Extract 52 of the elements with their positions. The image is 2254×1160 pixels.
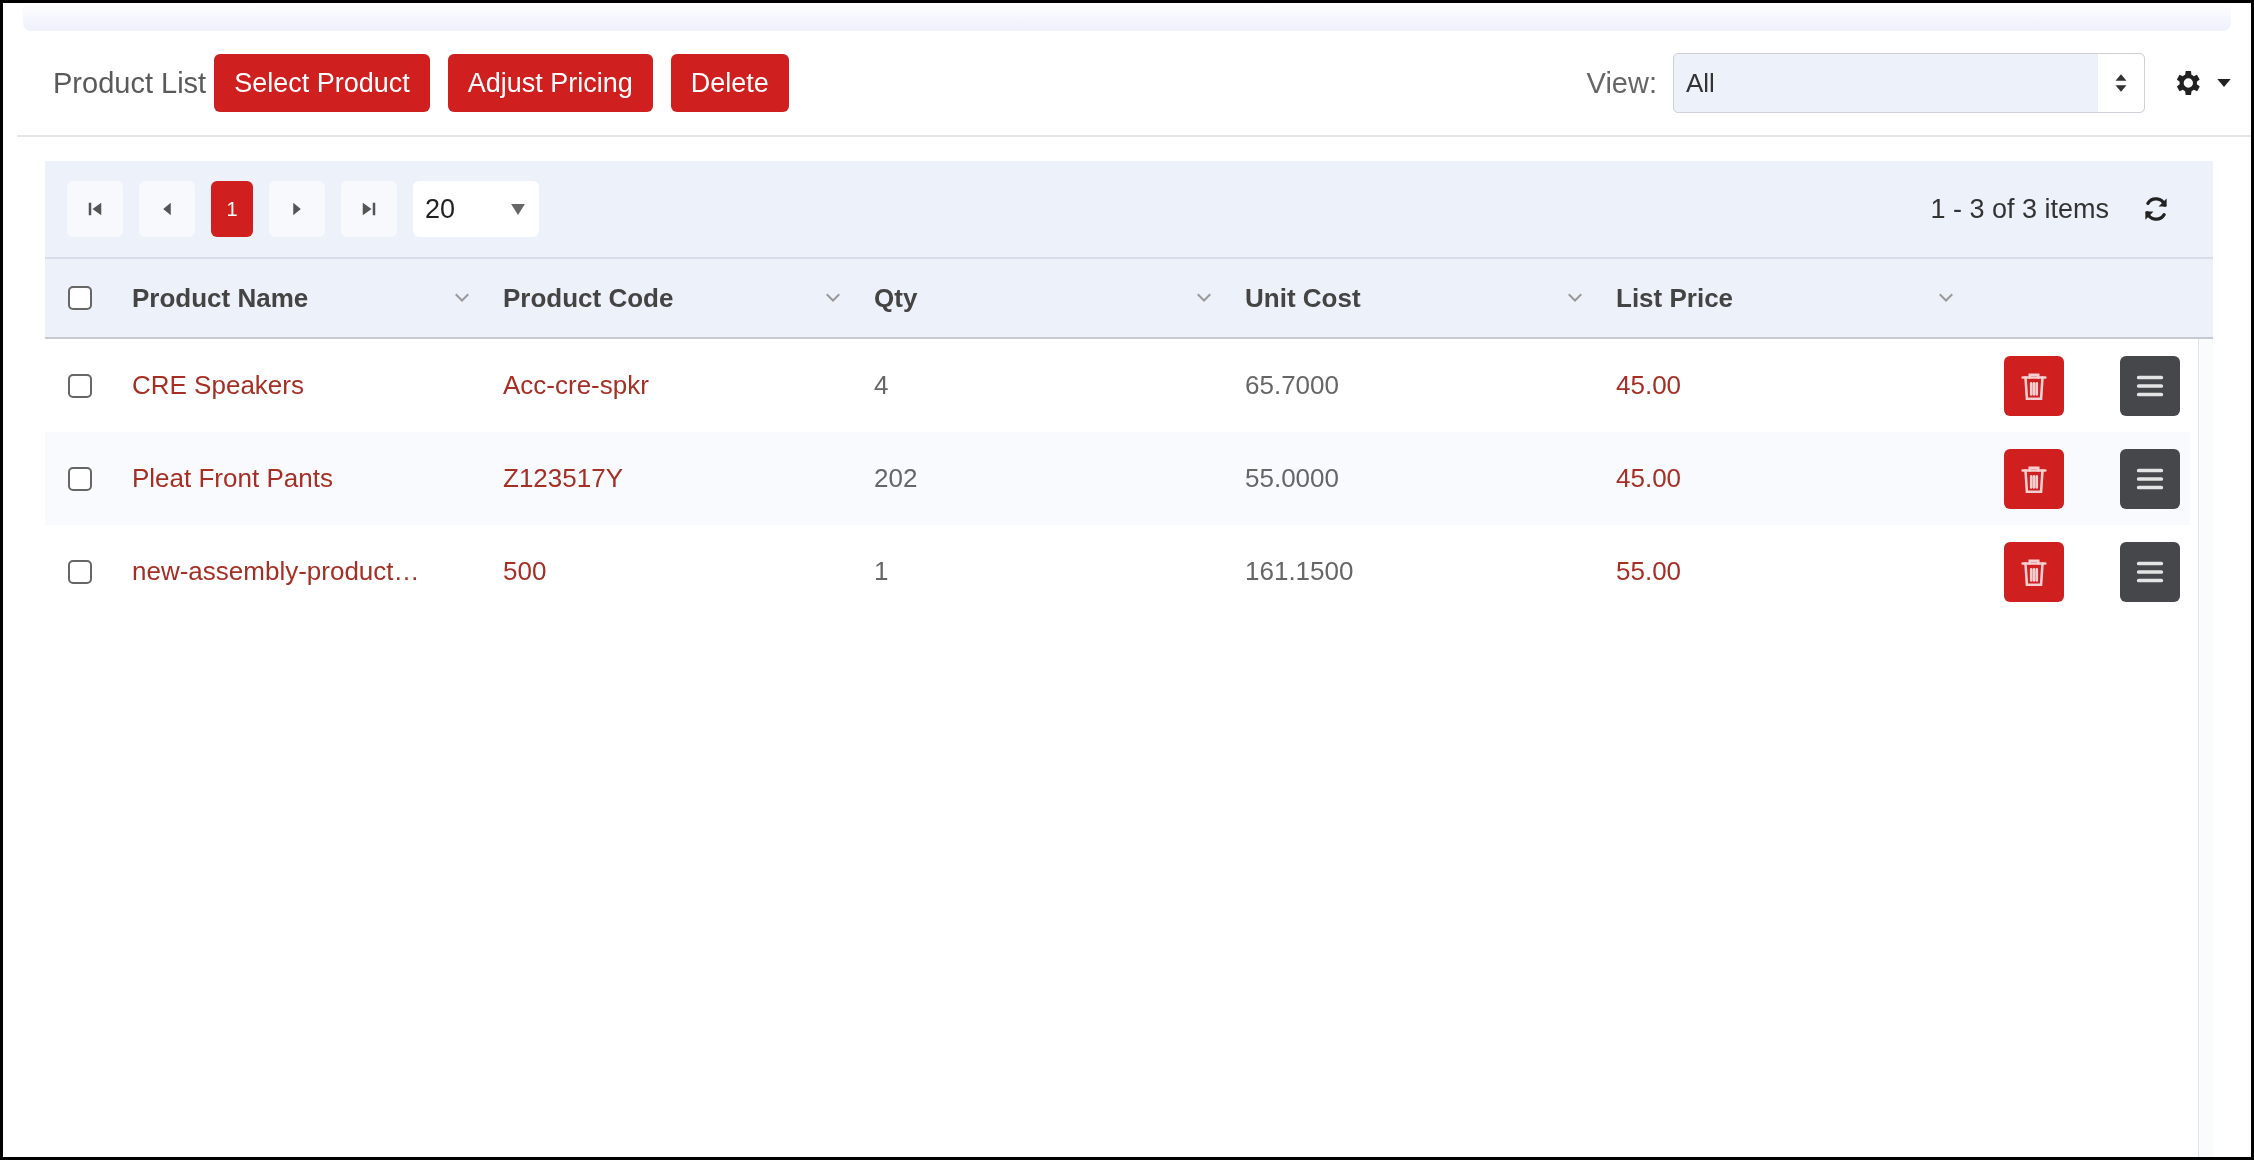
table-cell-link[interactable]: 45.00: [1616, 463, 1682, 493]
view-select[interactable]: All: [1673, 53, 2145, 113]
checkbox[interactable]: [68, 373, 92, 398]
caret-icon: [2217, 79, 2231, 87]
chevron-down-icon: [1196, 293, 1212, 303]
table-cell: 4: [874, 370, 889, 400]
chevron-down-icon: [454, 293, 470, 303]
column-header[interactable]: Product Name: [132, 282, 454, 314]
table-cell-link[interactable]: Z123517Y: [503, 463, 623, 493]
select-value: All: [1685, 67, 1716, 99]
page-button[interactable]: 1: [211, 181, 253, 237]
page-title: Product List: [53, 66, 207, 100]
menu-button[interactable]: [2120, 541, 2180, 602]
menu-button[interactable]: [2120, 355, 2180, 416]
delete-button[interactable]: [2004, 448, 2064, 509]
table-cell: 65.7000: [1245, 370, 1339, 400]
table-cell: 202: [874, 463, 918, 493]
chevron-down-icon: [825, 293, 841, 303]
chevron-down-icon: [1567, 293, 1583, 303]
page-size-select[interactable]: 20: [413, 181, 539, 237]
toolbar-button[interactable]: Select Product: [214, 54, 430, 112]
table-cell-link[interactable]: Acc-cre-spkr: [503, 370, 649, 400]
delete-button[interactable]: [2004, 541, 2064, 602]
table-cell: 1: [874, 556, 889, 586]
table-cell-link[interactable]: Pleat Front Pants: [132, 463, 333, 493]
checkbox[interactable]: [68, 559, 92, 584]
column-header[interactable]: Qty: [874, 282, 1196, 314]
toolbar-button[interactable]: Adjust Pricing: [447, 54, 653, 112]
last-page-button[interactable]: [341, 181, 397, 237]
scrollbar-track[interactable]: [2198, 339, 2213, 1157]
column-header[interactable]: List Price: [1616, 282, 1938, 314]
items-summary: 1 - 3 of 3 items: [1930, 193, 2109, 225]
table-cell: 161.1500: [1245, 556, 1354, 586]
delete-button[interactable]: [2004, 355, 2064, 416]
dropdown-arrow-icon: [511, 203, 525, 215]
table-cell-link[interactable]: 500: [503, 556, 547, 586]
table-cell: 55.0000: [1245, 463, 1339, 493]
sort-arrows-icon: [2114, 72, 2128, 94]
menu-button[interactable]: [2120, 448, 2180, 509]
column-header[interactable]: Unit Cost: [1245, 282, 1567, 314]
table-cell-link[interactable]: new-assembly-product…: [132, 556, 420, 586]
view-label: View:: [1586, 66, 1657, 100]
toolbar-button[interactable]: Delete: [670, 54, 789, 112]
page-size-value: 20: [425, 193, 457, 225]
checkbox[interactable]: [68, 286, 92, 310]
chevron-down-icon: [1938, 293, 1954, 303]
table-cell-link[interactable]: CRE Speakers: [132, 370, 304, 400]
checkbox[interactable]: [68, 466, 92, 491]
table-cell-link[interactable]: 55.00: [1616, 556, 1682, 586]
table-cell-link[interactable]: 45.00: [1616, 370, 1682, 400]
first-page-button[interactable]: [67, 181, 123, 237]
column-header[interactable]: Product Code: [503, 282, 825, 314]
